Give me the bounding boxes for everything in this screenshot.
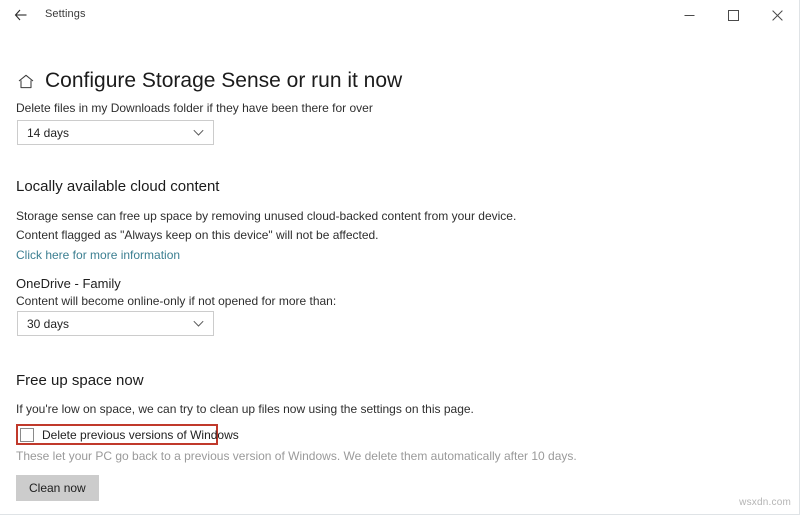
onedrive-account-name: OneDrive - Family (16, 276, 121, 291)
home-icon[interactable] (16, 71, 36, 91)
cloud-content-line1: Storage sense can free up space by remov… (16, 209, 517, 223)
close-button[interactable] (755, 0, 799, 30)
cloud-content-heading: Locally available cloud content (16, 178, 220, 195)
window-title: Settings (45, 8, 86, 20)
onedrive-retention-value: 30 days (27, 316, 70, 331)
settings-window: Settings Configure Storage Sense or run … (0, 0, 800, 515)
back-button[interactable] (8, 2, 34, 28)
downloads-retention-dropdown[interactable]: 14 days (17, 120, 214, 145)
free-up-space-description: If you're low on space, we can try to cl… (16, 402, 474, 416)
delete-previous-windows-checkbox[interactable] (20, 427, 34, 442)
cloud-content-line2: Content flagged as "Always keep on this … (16, 228, 379, 242)
window-controls (667, 0, 799, 30)
onedrive-account-description: Content will become online-only if not o… (16, 294, 337, 308)
page-title: Configure Storage Sense or run it now (45, 69, 403, 92)
watermark: wsxdn.com (739, 497, 791, 508)
title-bar: Settings (0, 0, 799, 30)
downloads-description: Delete files in my Downloads folder if t… (16, 101, 373, 115)
page-header: Configure Storage Sense or run it now (16, 66, 402, 96)
delete-previous-windows-checkbox-row[interactable]: Delete previous versions of Windows (20, 427, 239, 442)
chevron-down-icon (187, 320, 209, 328)
free-up-space-heading: Free up space now (16, 372, 144, 389)
delete-previous-windows-label: Delete previous versions of Windows (42, 427, 239, 442)
downloads-retention-value: 14 days (27, 125, 70, 140)
chevron-down-icon (187, 129, 209, 137)
minimize-button[interactable] (667, 0, 711, 30)
delete-previous-windows-help: These let your PC go back to a previous … (16, 449, 577, 463)
onedrive-retention-dropdown[interactable]: 30 days (17, 311, 214, 336)
clean-now-button[interactable]: Clean now (16, 475, 99, 501)
maximize-button[interactable] (711, 0, 755, 30)
more-information-link[interactable]: Click here for more information (16, 247, 180, 263)
